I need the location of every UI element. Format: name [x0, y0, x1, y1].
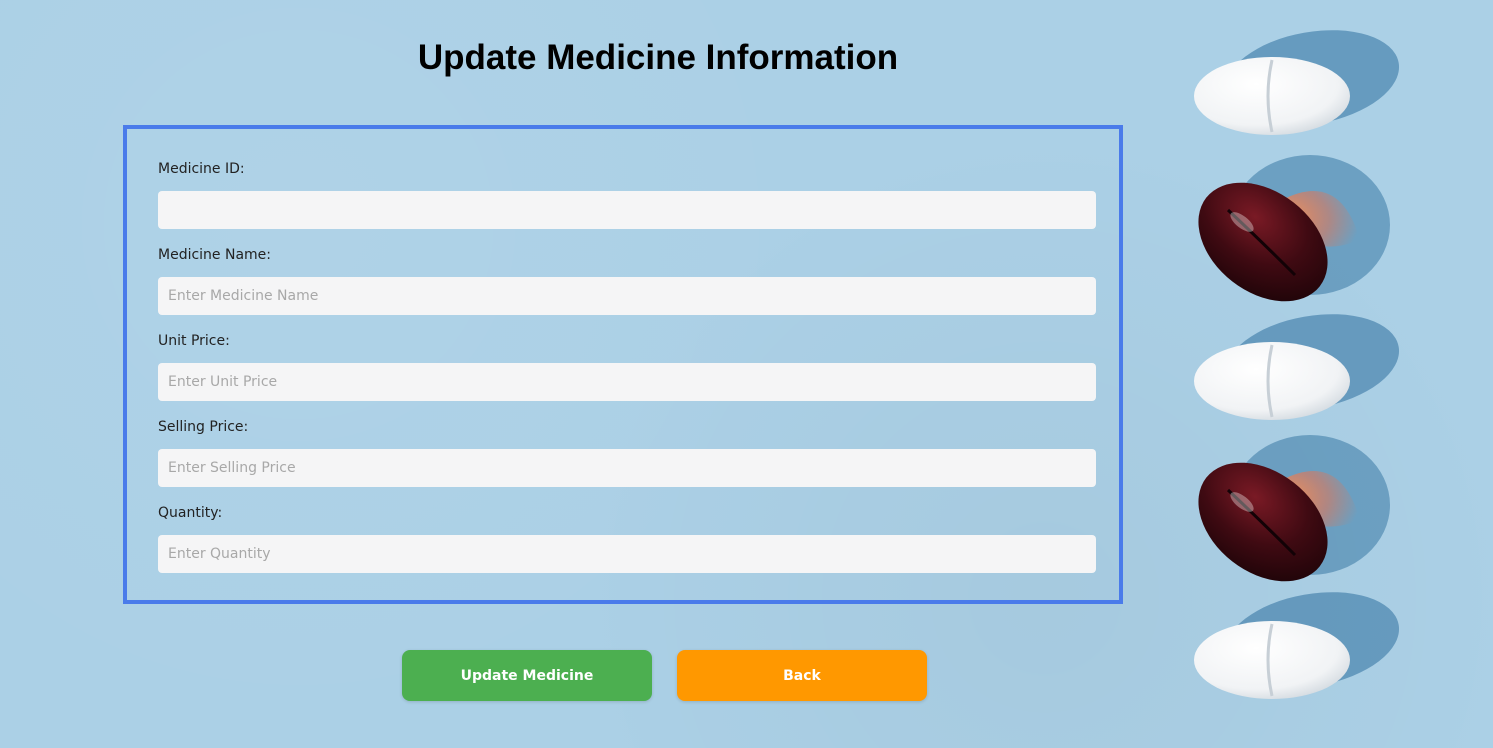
pills-decoration-image: [1194, 30, 1400, 699]
unit-price-input[interactable]: [158, 363, 1096, 401]
back-button[interactable]: Back: [677, 650, 927, 701]
medicine-form-panel: Medicine ID: Medicine Name: Unit Price: …: [123, 125, 1123, 604]
white-tablet-1: [1194, 30, 1400, 135]
quantity-label: Quantity:: [158, 505, 223, 521]
medicine-id-input[interactable]: [158, 191, 1096, 229]
red-capsule-2: [1198, 435, 1390, 582]
page-title: Update Medicine Information: [417, 38, 899, 77]
selling-price-label: Selling Price:: [158, 419, 249, 435]
quantity-input[interactable]: [158, 535, 1096, 573]
medicine-name-input[interactable]: [158, 277, 1096, 315]
unit-price-label: Unit Price:: [158, 333, 230, 349]
medicine-id-label: Medicine ID:: [158, 161, 245, 177]
selling-price-input[interactable]: [158, 449, 1096, 487]
white-tablet-3: [1194, 592, 1400, 699]
update-medicine-button[interactable]: Update Medicine: [402, 650, 652, 701]
medicine-name-label: Medicine Name:: [158, 247, 272, 263]
white-tablet-2: [1194, 314, 1400, 420]
red-capsule-1: [1198, 155, 1390, 302]
